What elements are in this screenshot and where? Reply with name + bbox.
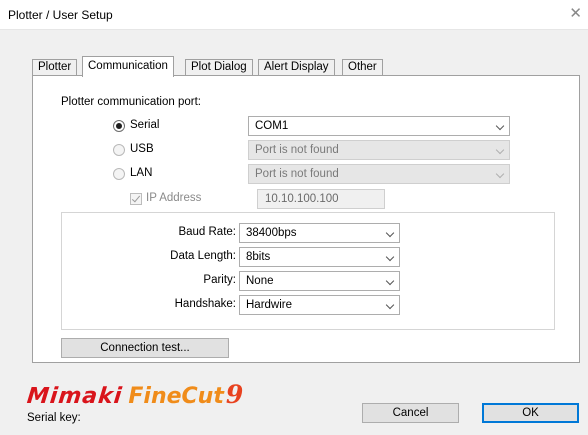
chevron-down-icon <box>385 252 395 262</box>
mimaki-finecut-logo: Mimaki FineCut9 <box>25 380 244 410</box>
title-bar: Plotter / User Setup ✕ <box>0 0 588 30</box>
ok-button[interactable]: OK <box>482 403 579 423</box>
parity-value: None <box>246 275 274 287</box>
serial-settings-group: Baud Rate: 38400bps Data Length: 8bits P… <box>61 212 555 330</box>
serial-key-label: Serial key: <box>27 412 81 424</box>
lan-label[interactable]: LAN <box>130 167 152 179</box>
port-heading: Plotter communication port: <box>61 96 201 108</box>
chevron-down-icon <box>385 276 395 286</box>
chevron-down-icon <box>495 121 505 131</box>
baud-rate-label: Baud Rate: <box>178 226 236 238</box>
handshake-value: Hardwire <box>246 299 293 311</box>
serial-port-select[interactable]: COM1 <box>248 116 510 136</box>
window-title: Plotter / User Setup <box>8 8 113 22</box>
logo-product: FineCut <box>128 384 224 409</box>
tab-communication[interactable]: Communication <box>82 56 174 77</box>
handshake-label: Handshake: <box>174 298 236 310</box>
data-length-value: 8bits <box>246 251 271 263</box>
parity-label: Parity: <box>203 274 236 286</box>
tab-alert-display[interactable]: Alert Display <box>258 59 335 76</box>
serial-label[interactable]: Serial <box>130 119 159 131</box>
lan-port-select: Port is not found <box>248 164 510 184</box>
checkmark-icon <box>131 193 141 203</box>
chevron-down-icon <box>385 300 395 310</box>
ip-address-field: 10.10.100.100 <box>257 189 385 209</box>
chevron-down-icon <box>495 169 505 179</box>
tab-plot-dialog[interactable]: Plot Dialog <box>185 59 253 76</box>
parity-select[interactable]: None <box>239 271 400 291</box>
usb-port-select: Port is not found <box>248 140 510 160</box>
baud-rate-value: 38400bps <box>246 227 297 239</box>
logo-version: 9 <box>225 380 244 409</box>
data-length-select[interactable]: 8bits <box>239 247 400 267</box>
connection-test-button[interactable]: Connection test... <box>61 338 229 358</box>
tab-other[interactable]: Other <box>342 59 383 76</box>
lan-radio[interactable] <box>113 168 125 180</box>
usb-label[interactable]: USB <box>130 143 154 155</box>
chevron-down-icon <box>385 228 395 238</box>
usb-port-value: Port is not found <box>255 144 339 156</box>
cancel-button[interactable]: Cancel <box>362 403 459 423</box>
usb-radio[interactable] <box>113 144 125 156</box>
ip-address-label: IP Address <box>146 192 202 204</box>
serial-port-value: COM1 <box>255 120 289 132</box>
close-icon[interactable]: ✕ <box>569 4 582 24</box>
tab-plotter[interactable]: Plotter <box>32 59 78 76</box>
handshake-select[interactable]: Hardwire <box>239 295 400 315</box>
baud-rate-select[interactable]: 38400bps <box>239 223 400 243</box>
ip-address-checkbox <box>130 193 142 205</box>
serial-radio[interactable] <box>113 120 125 132</box>
data-length-label: Data Length: <box>170 250 236 262</box>
logo-brand: Mimaki <box>25 384 124 409</box>
chevron-down-icon <box>495 145 505 155</box>
lan-port-value: Port is not found <box>255 168 339 180</box>
communication-panel: Plotter communication port: Serial COM1 … <box>32 75 580 363</box>
